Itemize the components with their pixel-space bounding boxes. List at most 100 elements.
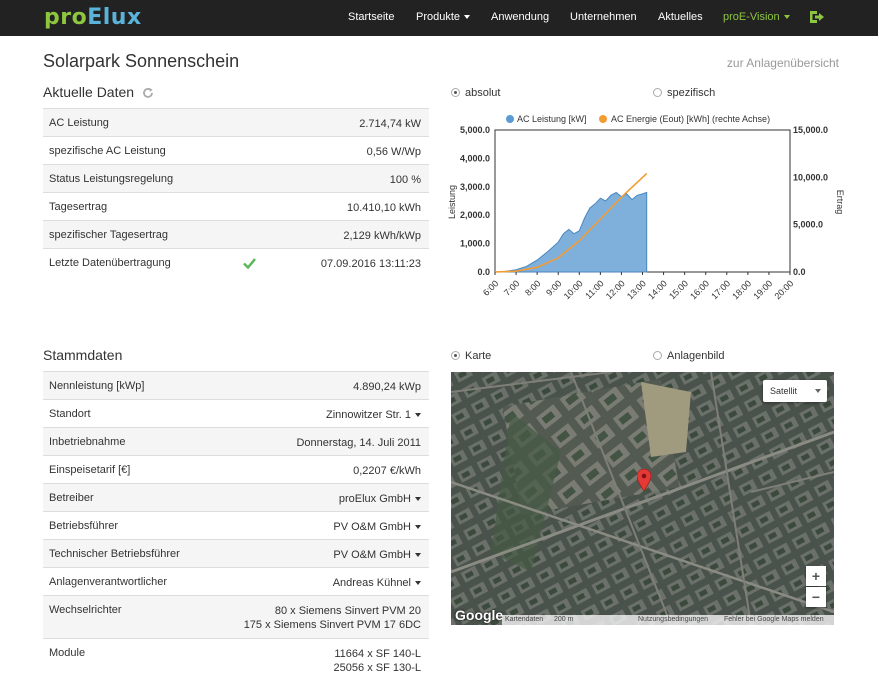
nav-startseite[interactable]: Startseite [348, 11, 394, 23]
nav-aktuelles[interactable]: Aktuelles [658, 11, 703, 23]
table-row: spezifischer Tagesertrag 2,129 kWh/kWp [43, 220, 429, 248]
row-label: Module [49, 647, 86, 659]
anlagenverantwortlicher-dropdown[interactable]: Andreas Kühnel [333, 576, 421, 590]
row-label: Technischer Betriebsführer [49, 548, 180, 560]
y-tick-label: 2,000.0 [460, 210, 490, 220]
row-label: Einspeisetarif [€] [49, 464, 131, 476]
legend-energy-label: AC Energie (Eout) [kWh] (rechte Achse) [611, 114, 770, 124]
map-type-value: Satellit [770, 386, 798, 396]
row-value-line: 80 x Siemens Sinvert PVM 20 [274, 605, 421, 617]
zoom-in-button[interactable]: + [806, 566, 826, 586]
y2-axis-label: Ertrag [835, 190, 845, 215]
x-tick-label: 20:00 [772, 278, 795, 301]
row-label: Nennleistung [kWp] [49, 380, 145, 392]
nav-produkte[interactable]: Produkte [416, 11, 471, 23]
row-label: spezifische AC Leistung [49, 145, 166, 157]
nav-produkte-label: Produkte [416, 11, 461, 23]
brand-pro: pro [44, 5, 88, 30]
row-value: 10.410,10 kWh [347, 202, 421, 214]
overview-link[interactable]: zur Anlagenübersicht [727, 56, 839, 70]
row-value: 80 x Siemens Sinvert PVM 20 175 x Siemens… [244, 604, 421, 632]
master-data-table: Nennleistung [kWp] 4.890,24 kWp Standort Z… [43, 371, 429, 681]
row-value: Donnerstag, 14. Juli 2011 [296, 437, 421, 449]
row-value-line: 175 x Siemens Sinvert PVM 17 6DC [243, 619, 421, 631]
row-value: 0,2207 €/kWh [353, 465, 421, 477]
row-value: 4.890,24 kWp [353, 381, 421, 393]
table-row: AC Leistung 2.714,74 kW [43, 108, 429, 136]
nav-proe-vision-label: proE-Vision [723, 11, 780, 23]
row-value: Zinnowitzer Str. 1 [326, 409, 411, 421]
radio-unchecked-icon [653, 87, 662, 97]
current-data-table: AC Leistung 2.714,74 kW spezifische AC Le… [43, 108, 429, 276]
row-label: AC Leistung [49, 117, 109, 129]
row-label: Betriebsführer [49, 520, 119, 532]
technischer-betriebsfuehrer-dropdown[interactable]: PV O&M GmbH [333, 548, 421, 562]
map-data-label[interactable]: Kartendaten [505, 616, 543, 623]
radio-absolut[interactable]: absolut [451, 87, 500, 99]
caret-down-icon [415, 413, 421, 418]
x-tick-label: 18:00 [730, 278, 753, 301]
table-row: Inbetriebnahme Donnerstag, 14. Juli 2011 [43, 427, 429, 455]
radio-checked-icon [451, 87, 460, 97]
sign-out-icon[interactable] [809, 10, 825, 24]
row-value: 07.09.2016 13:11:23 [320, 258, 421, 270]
x-tick-label: 17:00 [709, 278, 732, 301]
x-tick-label: 13:00 [625, 278, 648, 301]
radio-checked-icon [451, 350, 460, 360]
y-tick-label: 0.0 [477, 267, 490, 277]
page-title: Solarpark Sonnenschein [43, 51, 240, 71]
x-tick-label: 16:00 [688, 278, 711, 301]
x-tick-label: 10:00 [562, 278, 585, 301]
caret-down-icon [415, 553, 421, 558]
y-tick-label: 3,000.0 [460, 182, 490, 192]
betriebsfuehrer-dropdown[interactable]: PV O&M GmbH [333, 520, 421, 534]
y-axis-label: Leistung [447, 185, 457, 219]
nav-unternehmen[interactable]: Unternehmen [570, 11, 637, 23]
row-value: PV O&M GmbH [333, 521, 411, 533]
x-tick-label: 6:00 [481, 278, 500, 297]
map-terms-link[interactable]: Nutzungsbedingungen [638, 616, 708, 623]
table-row: Letzte Datenübertragung 07.09.2016 13:11… [43, 248, 429, 276]
y2-tick-label: 0.0 [793, 267, 806, 277]
table-row: Anlagenverantwortlicher Andreas Kühnel [43, 567, 429, 595]
row-value: 11664 x SF 140-L 25056 x SF 130-L [334, 647, 421, 675]
nav-proe-vision[interactable]: proE-Vision [723, 11, 790, 23]
radio-karte[interactable]: Karte [451, 350, 491, 362]
table-row: Module 11664 x SF 140-L 25056 x SF 130-L [43, 638, 429, 681]
table-row: Wechselrichter 80 x Siemens Sinvert PVM 2… [43, 595, 429, 638]
legend-energy-swatch [599, 115, 607, 123]
legend-power-swatch [506, 115, 514, 123]
power-chart: AC Leistung [kW] AC Energie (Eout) [kWh]… [447, 114, 845, 301]
satellite-map[interactable] [451, 372, 834, 625]
betreiber-dropdown[interactable]: proElux GmbH [339, 492, 421, 506]
table-row: spezifische AC Leistung 0,56 W/Wp [43, 136, 429, 164]
map-report-link[interactable]: Fehler bei Google Maps melden [724, 616, 824, 623]
row-value-line: 25056 x SF 130-L [333, 662, 421, 674]
brand-logo[interactable]: proElux [44, 5, 142, 30]
caret-down-icon [783, 15, 790, 20]
radio-anlagenbild[interactable]: Anlagenbild [653, 350, 725, 362]
caret-down-icon [415, 497, 421, 502]
map-scale-label: 200 m [554, 616, 574, 623]
master-data-title: Stammdaten [43, 347, 123, 363]
refresh-icon[interactable] [142, 87, 154, 99]
map-type-select[interactable]: Satellit [763, 380, 827, 402]
row-label: spezifischer Tagesertrag [49, 229, 169, 241]
row-label: Letzte Datenübertragung [49, 257, 171, 269]
y-tick-label: 5,000.0 [460, 125, 490, 135]
radio-spezifisch[interactable]: spezifisch [653, 87, 715, 99]
map-pin-icon[interactable] [637, 469, 651, 491]
nav-anwendung[interactable]: Anwendung [491, 11, 549, 23]
row-value: proElux GmbH [338, 493, 411, 505]
radio-anlagenbild-label: Anlagenbild [667, 350, 725, 362]
check-icon [243, 258, 256, 269]
x-tick-label: 12:00 [604, 278, 627, 301]
zoom-out-button[interactable]: − [806, 587, 826, 607]
row-value: 0,56 W/Wp [366, 146, 421, 158]
row-value: Andreas Kühnel [332, 577, 411, 589]
caret-down-icon [415, 581, 421, 586]
radio-karte-label: Karte [465, 350, 492, 362]
standort-dropdown[interactable]: Zinnowitzer Str. 1 [326, 408, 421, 422]
row-value: 100 % [389, 174, 421, 186]
table-row: Tagesertrag 10.410,10 kWh [43, 192, 429, 220]
